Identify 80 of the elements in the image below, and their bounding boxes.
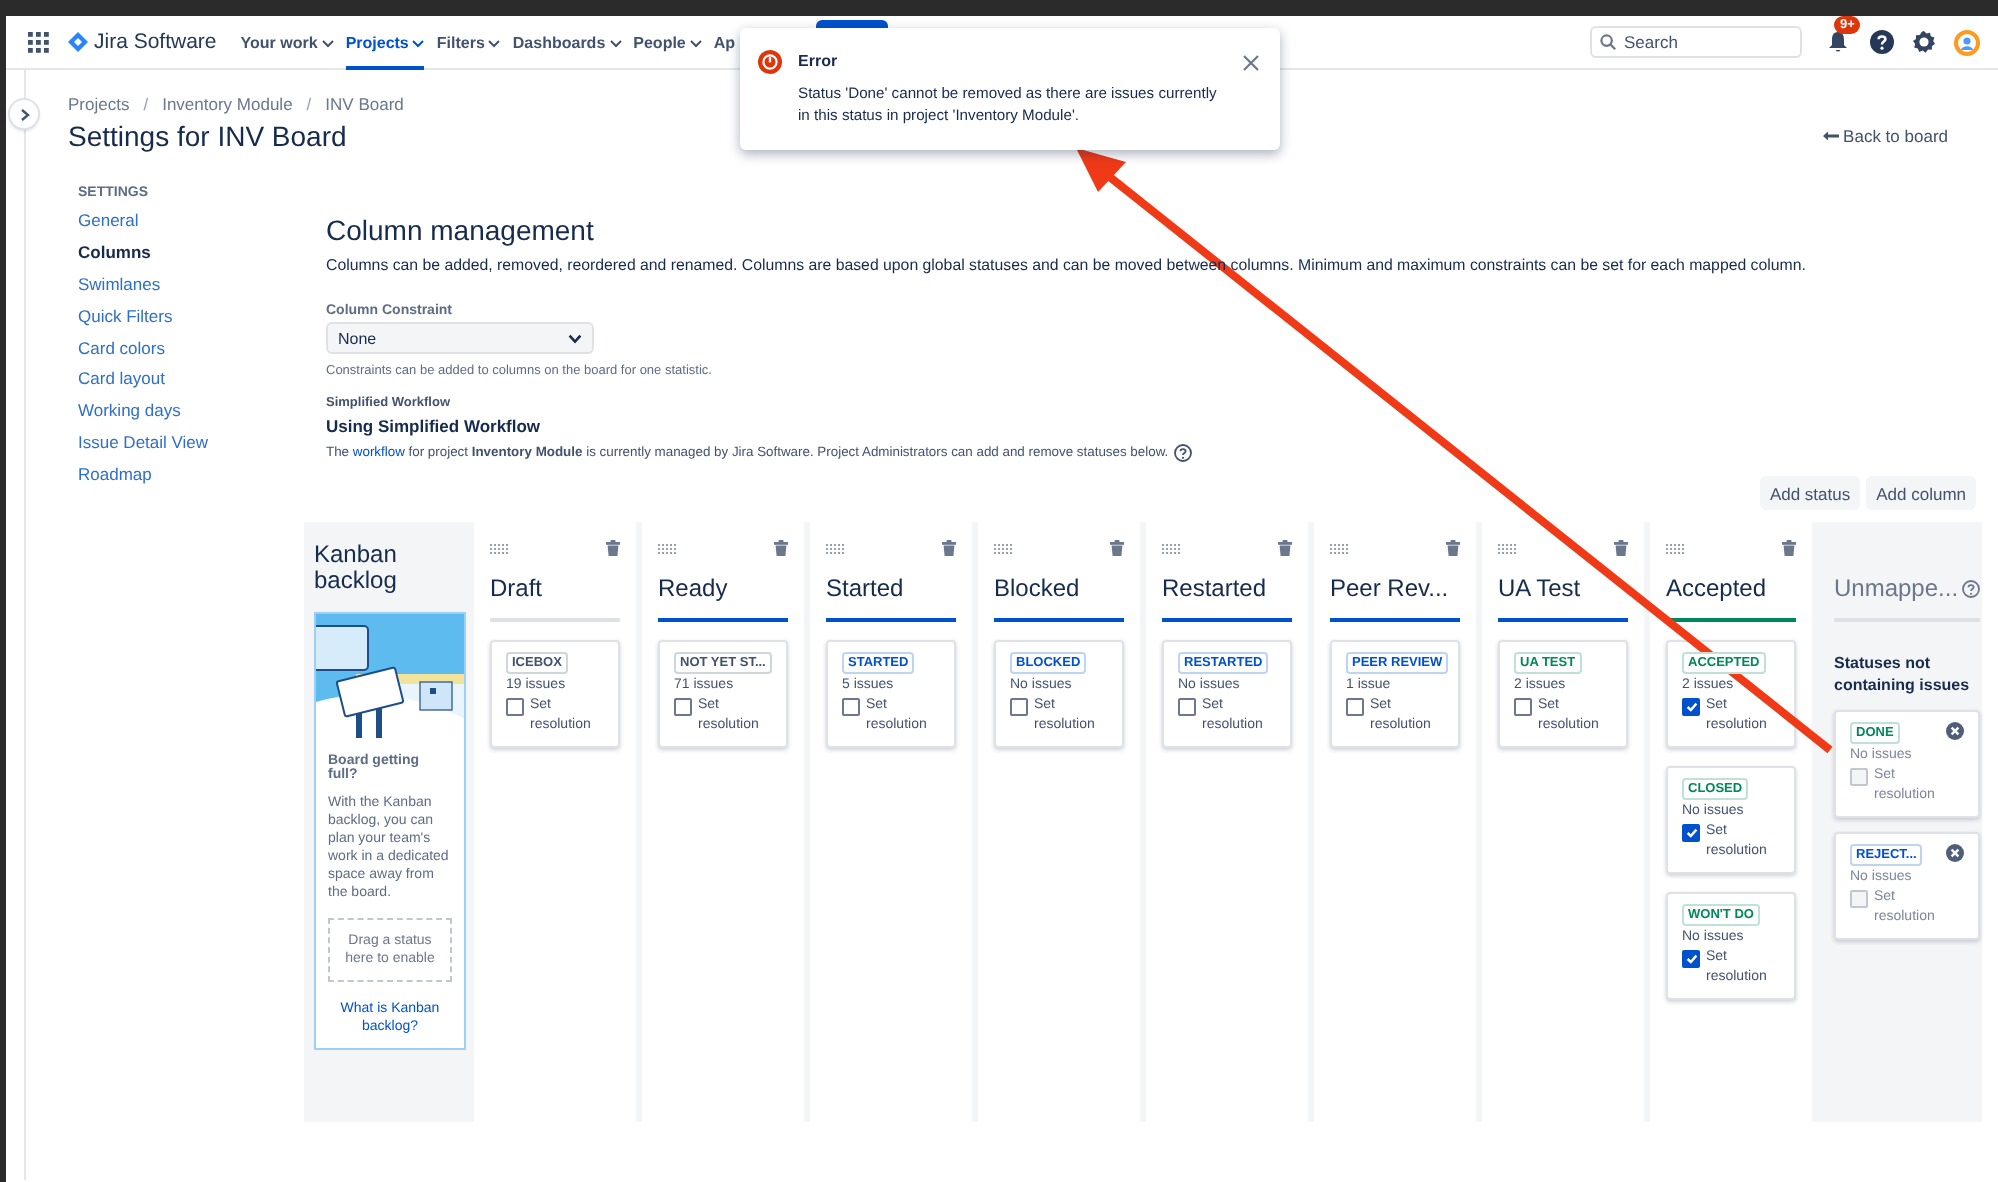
page-title: Settings for INV Board bbox=[68, 120, 349, 152]
sidebar-item[interactable]: Roadmap bbox=[78, 464, 152, 485]
trash-icon[interactable] bbox=[774, 540, 788, 556]
trash-icon[interactable] bbox=[1614, 540, 1628, 556]
breadcrumb-link[interactable]: INV Board bbox=[325, 94, 404, 114]
chevron-down-icon bbox=[609, 39, 622, 47]
breadcrumb-separator: / bbox=[141, 94, 151, 114]
checkbox[interactable] bbox=[674, 698, 692, 716]
sidebar-item[interactable]: Issue Detail View bbox=[78, 432, 209, 453]
sidebar-item[interactable]: Card colors bbox=[78, 337, 165, 358]
trash-icon[interactable] bbox=[1782, 540, 1796, 556]
trash-icon[interactable] bbox=[1446, 540, 1460, 556]
trash-icon[interactable] bbox=[1110, 540, 1124, 556]
trash-icon[interactable] bbox=[606, 540, 620, 556]
chevron-down-icon bbox=[568, 333, 582, 343]
logo-icon bbox=[68, 32, 88, 52]
column-title[interactable]: Peer Rev... bbox=[1330, 574, 1460, 622]
checkbox[interactable] bbox=[842, 698, 860, 716]
product-name: Jira Software bbox=[94, 30, 217, 54]
nav-item[interactable]: Ap bbox=[713, 16, 736, 69]
column-title: Unmappe... bbox=[1834, 574, 1959, 602]
column-title[interactable]: Blocked bbox=[994, 574, 1124, 622]
nav-item[interactable]: Filters bbox=[436, 16, 501, 69]
sidebar-item[interactable]: Swimlanes bbox=[78, 273, 161, 294]
column-title[interactable]: Accepted bbox=[1666, 574, 1796, 622]
sidebar-item[interactable]: Working days bbox=[78, 400, 181, 421]
checkbox[interactable] bbox=[1346, 698, 1364, 716]
remove-icon[interactable] bbox=[1946, 844, 1965, 862]
column-subtitle: Statuses not containing issues bbox=[1834, 654, 1972, 696]
chevron-down-icon bbox=[412, 39, 425, 47]
sidebar-item[interactable]: Columns bbox=[78, 241, 151, 262]
nav-item[interactable]: Dashboards bbox=[512, 16, 622, 69]
sidebar-item[interactable]: Card layout bbox=[78, 368, 165, 389]
sidebar-item[interactable]: General bbox=[78, 210, 139, 230]
app-switcher-icon[interactable] bbox=[28, 31, 50, 53]
checkbox[interactable] bbox=[506, 698, 524, 716]
nav-item[interactable]: Your work bbox=[240, 16, 334, 69]
avatar-icon[interactable] bbox=[1954, 29, 1980, 55]
nav-item[interactable]: People bbox=[633, 16, 702, 69]
bell-icon[interactable] bbox=[1826, 30, 1850, 54]
chevron-right-icon bbox=[19, 107, 29, 121]
breadcrumb-link[interactable]: Inventory Module bbox=[162, 94, 293, 114]
remove-icon[interactable] bbox=[1946, 722, 1965, 740]
arrow-left-icon bbox=[1821, 130, 1840, 142]
workflow-heading: Using Simplified Workflow bbox=[326, 416, 543, 436]
search-field[interactable]: Search bbox=[1590, 26, 1802, 58]
sidebar-item[interactable]: Quick Filters bbox=[78, 305, 173, 326]
chevron-down-icon bbox=[689, 39, 702, 47]
nav-item[interactable]: Projects bbox=[345, 16, 425, 69]
column-title[interactable]: Ready bbox=[658, 574, 788, 622]
search-icon bbox=[1600, 34, 1616, 50]
checkbox[interactable] bbox=[1514, 698, 1532, 716]
expand-sidebar-button[interactable] bbox=[10, 100, 38, 128]
checkbox[interactable] bbox=[1682, 698, 1700, 716]
action-button[interactable]: Add status bbox=[1759, 476, 1861, 510]
trash-icon[interactable] bbox=[1278, 540, 1292, 556]
checkbox[interactable] bbox=[1682, 824, 1700, 842]
help-icon[interactable] bbox=[1174, 444, 1193, 462]
chevron-down-icon bbox=[321, 39, 334, 47]
column-title[interactable]: Draft bbox=[490, 574, 620, 622]
column-title[interactable]: Restarted bbox=[1162, 574, 1292, 622]
breadcrumb-separator: / bbox=[304, 94, 314, 114]
settings-icon[interactable] bbox=[1912, 30, 1936, 54]
checkbox[interactable] bbox=[1178, 698, 1196, 716]
section-heading: Column management bbox=[326, 214, 596, 246]
trash-icon[interactable] bbox=[942, 540, 956, 556]
column-title[interactable]: Started bbox=[826, 574, 956, 622]
error-icon bbox=[758, 50, 782, 74]
constraint-dropdown[interactable]: None bbox=[326, 322, 594, 354]
close-icon[interactable] bbox=[1242, 54, 1260, 72]
help-icon[interactable] bbox=[1870, 30, 1894, 54]
checkbox[interactable] bbox=[1010, 698, 1028, 716]
checkbox[interactable] bbox=[1682, 950, 1700, 968]
back-link[interactable]: Back to board bbox=[1821, 126, 1948, 146]
toast-title: Error bbox=[798, 52, 840, 70]
chevron-down-icon bbox=[488, 39, 501, 47]
column-title[interactable]: UA Test bbox=[1498, 574, 1628, 622]
column-title: Kanban backlog bbox=[314, 542, 399, 594]
action-button[interactable]: Add column bbox=[1866, 476, 1976, 510]
breadcrumb-link[interactable]: Projects bbox=[68, 94, 130, 114]
